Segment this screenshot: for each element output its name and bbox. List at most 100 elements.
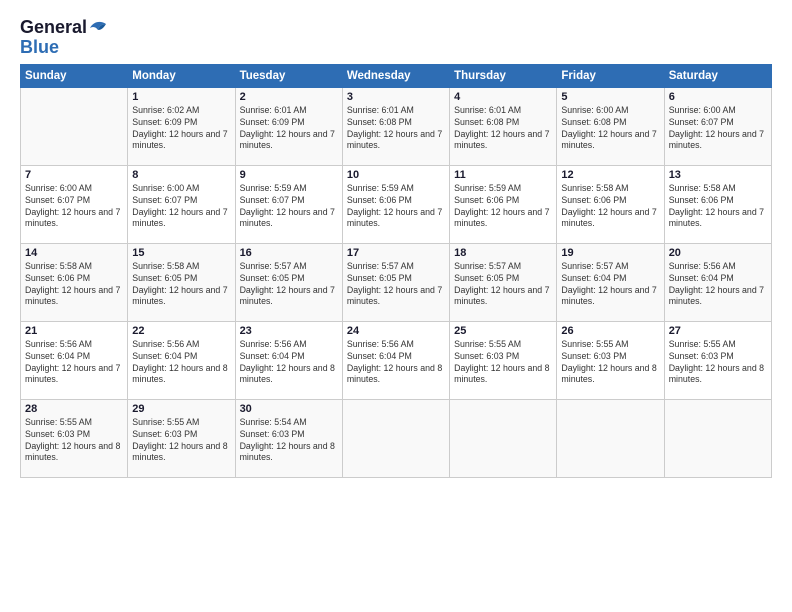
calendar-cell: 23 Sunrise: 5:56 AM Sunset: 6:04 PM Dayli… xyxy=(235,321,342,399)
col-header-wednesday: Wednesday xyxy=(342,64,449,87)
day-number: 7 xyxy=(25,169,123,181)
calendar-cell: 25 Sunrise: 5:55 AM Sunset: 6:03 PM Dayli… xyxy=(450,321,557,399)
day-info: Sunrise: 5:59 AM Sunset: 6:06 PM Dayligh… xyxy=(454,183,552,231)
calendar-cell xyxy=(557,399,664,477)
col-header-thursday: Thursday xyxy=(450,64,557,87)
calendar-cell: 11 Sunrise: 5:59 AM Sunset: 6:06 PM Dayli… xyxy=(450,165,557,243)
day-info: Sunrise: 6:01 AM Sunset: 6:08 PM Dayligh… xyxy=(347,105,445,153)
day-number: 28 xyxy=(25,403,123,415)
day-info: Sunrise: 5:58 AM Sunset: 6:06 PM Dayligh… xyxy=(561,183,659,231)
day-info: Sunrise: 6:00 AM Sunset: 6:07 PM Dayligh… xyxy=(669,105,767,153)
header: General Blue xyxy=(20,18,772,56)
day-info: Sunrise: 5:56 AM Sunset: 6:04 PM Dayligh… xyxy=(669,261,767,309)
calendar-cell: 27 Sunrise: 5:55 AM Sunset: 6:03 PM Dayli… xyxy=(664,321,771,399)
calendar-cell xyxy=(664,399,771,477)
calendar-cell: 8 Sunrise: 6:00 AM Sunset: 6:07 PM Daylig… xyxy=(128,165,235,243)
calendar-cell: 15 Sunrise: 5:58 AM Sunset: 6:05 PM Dayli… xyxy=(128,243,235,321)
day-number: 4 xyxy=(454,91,552,103)
calendar-cell: 14Sunrise: 5:58 AM Sunset: 6:06 PM Dayli… xyxy=(21,243,128,321)
calendar-cell: 22 Sunrise: 5:56 AM Sunset: 6:04 PM Dayli… xyxy=(128,321,235,399)
day-number: 19 xyxy=(561,247,659,259)
day-number: 3 xyxy=(347,91,445,103)
day-info: Sunrise: 6:00 AM Sunset: 6:08 PM Dayligh… xyxy=(561,105,659,153)
day-info: Sunrise: 5:58 AM Sunset: 6:05 PM Dayligh… xyxy=(132,261,230,309)
day-number: 2 xyxy=(240,91,338,103)
day-info: Sunrise: 6:01 AM Sunset: 6:09 PM Dayligh… xyxy=(240,105,338,153)
day-number: 24 xyxy=(347,325,445,337)
day-number: 20 xyxy=(669,247,767,259)
day-number: 18 xyxy=(454,247,552,259)
day-info: Sunrise: 5:59 AM Sunset: 6:07 PM Dayligh… xyxy=(240,183,338,231)
header-row: SundayMondayTuesdayWednesdayThursdayFrid… xyxy=(21,64,772,87)
day-number: 16 xyxy=(240,247,338,259)
calendar-cell: 28Sunrise: 5:55 AM Sunset: 6:03 PM Dayli… xyxy=(21,399,128,477)
day-number: 13 xyxy=(669,169,767,181)
col-header-tuesday: Tuesday xyxy=(235,64,342,87)
calendar-cell: 24 Sunrise: 5:56 AM Sunset: 6:04 PM Dayli… xyxy=(342,321,449,399)
calendar-week-4: 21 Sunrise: 5:56 AM Sunset: 6:04 PM Dayli… xyxy=(21,321,772,399)
calendar-cell: 20 Sunrise: 5:56 AM Sunset: 6:04 PM Dayli… xyxy=(664,243,771,321)
day-number: 15 xyxy=(132,247,230,259)
col-header-saturday: Saturday xyxy=(664,64,771,87)
day-number: 29 xyxy=(132,403,230,415)
day-info: Sunrise: 5:57 AM Sunset: 6:05 PM Dayligh… xyxy=(240,261,338,309)
day-number: 11 xyxy=(454,169,552,181)
day-info: Sunrise: 5:55 AM Sunset: 6:03 PM Dayligh… xyxy=(669,339,767,387)
day-info: Sunrise: 6:00 AM Sunset: 6:07 PM Dayligh… xyxy=(132,183,230,231)
calendar-cell: 29Sunrise: 5:55 AM Sunset: 6:03 PM Dayli… xyxy=(128,399,235,477)
day-number: 1 xyxy=(132,91,230,103)
day-info: Sunrise: 5:58 AM Sunset: 6:06 PM Dayligh… xyxy=(25,261,123,309)
col-header-monday: Monday xyxy=(128,64,235,87)
day-number: 23 xyxy=(240,325,338,337)
calendar-cell: 9Sunrise: 5:59 AM Sunset: 6:07 PM Daylig… xyxy=(235,165,342,243)
calendar-cell: 17 Sunrise: 5:57 AM Sunset: 6:05 PM Dayli… xyxy=(342,243,449,321)
day-info: Sunrise: 5:56 AM Sunset: 6:04 PM Dayligh… xyxy=(240,339,338,387)
day-info: Sunrise: 6:01 AM Sunset: 6:08 PM Dayligh… xyxy=(454,105,552,153)
calendar-cell: 26 Sunrise: 5:55 AM Sunset: 6:03 PM Dayli… xyxy=(557,321,664,399)
day-number: 8 xyxy=(132,169,230,181)
day-number: 12 xyxy=(561,169,659,181)
calendar-cell: 5 Sunrise: 6:00 AM Sunset: 6:08 PM Daylig… xyxy=(557,87,664,165)
calendar-cell: 30Sunrise: 5:54 AM Sunset: 6:03 PM Dayli… xyxy=(235,399,342,477)
calendar-cell: 1 Sunrise: 6:02 AM Sunset: 6:09 PM Daylig… xyxy=(128,87,235,165)
day-number: 27 xyxy=(669,325,767,337)
day-number: 5 xyxy=(561,91,659,103)
day-number: 25 xyxy=(454,325,552,337)
day-info: Sunrise: 5:58 AM Sunset: 6:06 PM Dayligh… xyxy=(669,183,767,231)
day-number: 6 xyxy=(669,91,767,103)
logo: General Blue xyxy=(20,18,110,56)
day-info: Sunrise: 5:55 AM Sunset: 6:03 PM Dayligh… xyxy=(454,339,552,387)
col-header-sunday: Sunday xyxy=(21,64,128,87)
calendar-cell: 3 Sunrise: 6:01 AM Sunset: 6:08 PM Daylig… xyxy=(342,87,449,165)
day-number: 21 xyxy=(25,325,123,337)
calendar-cell xyxy=(21,87,128,165)
day-number: 22 xyxy=(132,325,230,337)
calendar-cell: 2 Sunrise: 6:01 AM Sunset: 6:09 PM Daylig… xyxy=(235,87,342,165)
calendar-cell: 16 Sunrise: 5:57 AM Sunset: 6:05 PM Dayli… xyxy=(235,243,342,321)
day-info: Sunrise: 5:59 AM Sunset: 6:06 PM Dayligh… xyxy=(347,183,445,231)
calendar-cell: 10Sunrise: 5:59 AM Sunset: 6:06 PM Dayli… xyxy=(342,165,449,243)
calendar-cell: 7 Sunrise: 6:00 AM Sunset: 6:07 PM Daylig… xyxy=(21,165,128,243)
calendar-cell: 4 Sunrise: 6:01 AM Sunset: 6:08 PM Daylig… xyxy=(450,87,557,165)
day-info: Sunrise: 5:57 AM Sunset: 6:04 PM Dayligh… xyxy=(561,261,659,309)
calendar-table: SundayMondayTuesdayWednesdayThursdayFrid… xyxy=(20,64,772,478)
calendar-cell: 21 Sunrise: 5:56 AM Sunset: 6:04 PM Dayli… xyxy=(21,321,128,399)
day-info: Sunrise: 5:56 AM Sunset: 6:04 PM Dayligh… xyxy=(347,339,445,387)
calendar-week-1: 1 Sunrise: 6:02 AM Sunset: 6:09 PM Daylig… xyxy=(21,87,772,165)
logo-text: General xyxy=(20,18,110,38)
calendar-cell: 18 Sunrise: 5:57 AM Sunset: 6:05 PM Dayli… xyxy=(450,243,557,321)
day-info: Sunrise: 5:57 AM Sunset: 6:05 PM Dayligh… xyxy=(454,261,552,309)
col-header-friday: Friday xyxy=(557,64,664,87)
day-number: 26 xyxy=(561,325,659,337)
day-info: Sunrise: 5:56 AM Sunset: 6:04 PM Dayligh… xyxy=(132,339,230,387)
day-info: Sunrise: 5:57 AM Sunset: 6:05 PM Dayligh… xyxy=(347,261,445,309)
day-info: Sunrise: 6:00 AM Sunset: 6:07 PM Dayligh… xyxy=(25,183,123,231)
calendar-cell: 13 Sunrise: 5:58 AM Sunset: 6:06 PM Dayli… xyxy=(664,165,771,243)
logo-bird-icon xyxy=(88,20,110,36)
day-info: Sunrise: 5:56 AM Sunset: 6:04 PM Dayligh… xyxy=(25,339,123,387)
day-info: Sunrise: 5:55 AM Sunset: 6:03 PM Dayligh… xyxy=(561,339,659,387)
day-info: Sunrise: 5:54 AM Sunset: 6:03 PM Dayligh… xyxy=(240,417,338,465)
day-number: 17 xyxy=(347,247,445,259)
calendar-page: General Blue SundayMondayTuesdayWednesda… xyxy=(0,0,792,488)
day-info: Sunrise: 6:02 AM Sunset: 6:09 PM Dayligh… xyxy=(132,105,230,153)
